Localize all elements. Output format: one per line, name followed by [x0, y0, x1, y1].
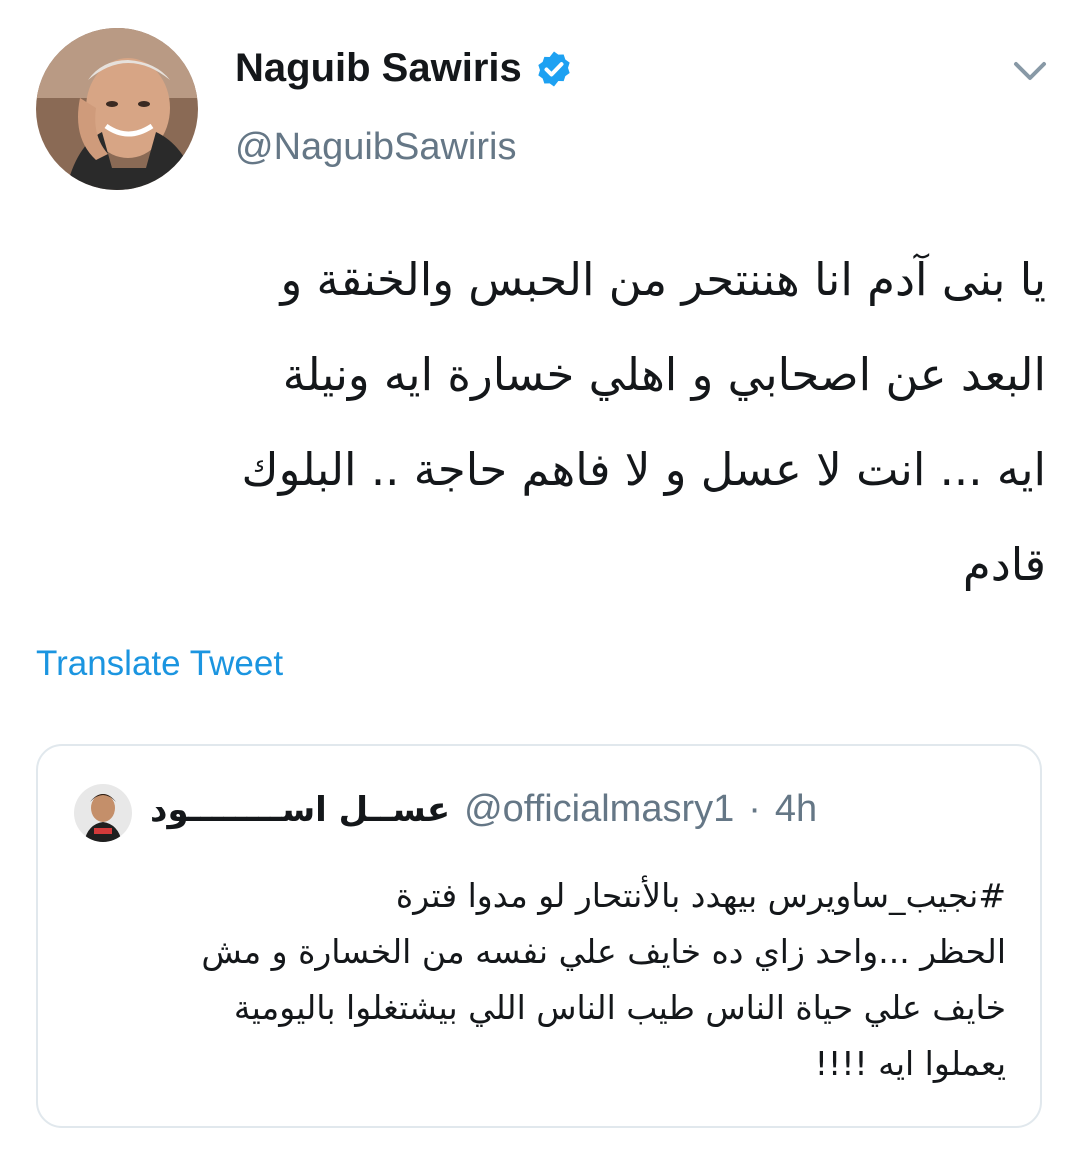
author-display-name[interactable]: Naguib Sawiris	[235, 46, 522, 91]
tweet-line: البعد عن اصحابي و اهلي خسارة ايه ونيلة	[282, 348, 1046, 401]
tweet-line: يا بنى آدم انا هننتحر من الحبس والخنقة و	[280, 253, 1046, 306]
author-handle[interactable]: @NaguibSawiris	[235, 126, 516, 169]
quoted-handle[interactable]: @officialmasry1	[464, 788, 734, 831]
quoted-tweet-text: #نجيب_ساويرس بيهدد بالأنتحار لو مدوا فتر…	[78, 868, 1006, 1092]
quoted-tweet-card[interactable]: عســل اســــــــود @officialmasry1 · 4h …	[36, 744, 1042, 1128]
tweet-line: ايه ... انت لا عسل و لا فاهم حاجة .. الب…	[241, 443, 1046, 496]
quoted-line: خايف علي حياة الناس طيب الناس اللي بيشتغ…	[233, 988, 1006, 1027]
quoted-timestamp[interactable]: 4h	[775, 788, 817, 831]
tweet-text: يا بنى آدم انا هننتحر من الحبس والخنقة و…	[36, 232, 1046, 612]
quoted-author-avatar[interactable]	[74, 784, 132, 842]
quoted-display-name[interactable]: عســل اســــــــود	[150, 790, 450, 830]
author-avatar[interactable]	[36, 28, 198, 190]
quoted-line: #نجيب_ساويرس بيهدد بالأنتحار لو مدوا فتر…	[395, 876, 1006, 915]
profile-photo	[36, 28, 198, 190]
verified-badge-icon	[538, 51, 570, 86]
separator-dot: ·	[748, 788, 761, 830]
profile-photo	[74, 784, 132, 842]
translate-tweet-link[interactable]: Translate Tweet	[36, 644, 283, 684]
author-display-name-row[interactable]: Naguib Sawiris	[235, 46, 574, 91]
tweet-line: قادم	[962, 538, 1046, 591]
quoted-line: الحظر ...واحد زاي ده خايف علي نفسه من ال…	[201, 932, 1006, 971]
chevron-down-icon[interactable]	[1010, 56, 1050, 86]
quoted-tweet-header: عســل اســــــــود @officialmasry1 · 4h	[150, 788, 817, 831]
quoted-line: يعملوا ايه !!!!	[814, 1044, 1006, 1083]
